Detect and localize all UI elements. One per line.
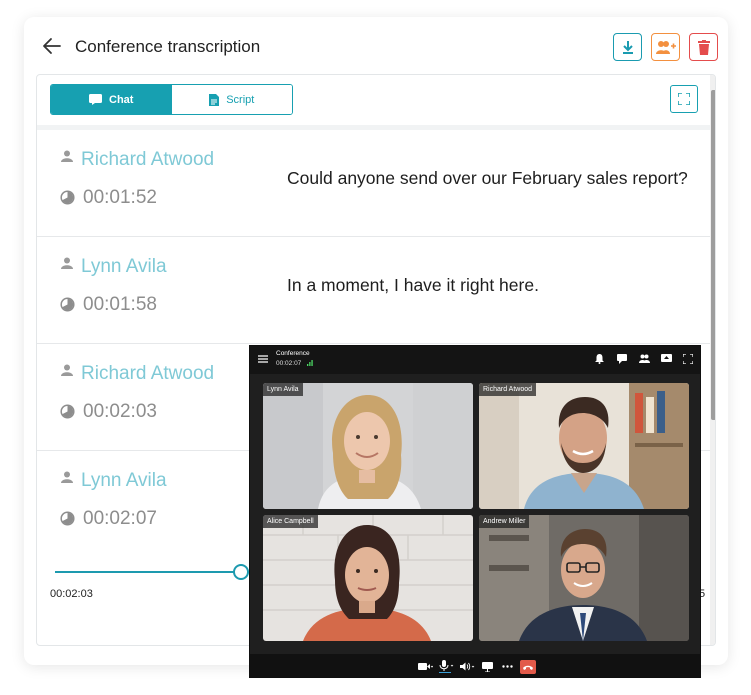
document-icon <box>209 93 220 106</box>
tab-script[interactable]: Script <box>171 85 292 114</box>
header: Conference transcription <box>24 17 728 75</box>
participant-name: Lynn Avila <box>263 383 303 396</box>
add-user-icon <box>655 40 676 54</box>
back-arrow-icon[interactable] <box>42 37 62 55</box>
conference-title: Conference <box>276 350 310 357</box>
speaker-name: Lynn Avila <box>81 256 167 277</box>
conference-elapsed: 00:02:07 <box>276 360 302 367</box>
microphone-icon[interactable] <box>439 660 454 673</box>
fullscreen-button[interactable] <box>670 85 698 113</box>
playback-handle[interactable] <box>233 564 249 580</box>
speaker-name: Richard Atwood <box>81 363 215 384</box>
message-text: Could anyone send over our February sale… <box>287 168 688 188</box>
current-time: 00:02:03 <box>50 588 93 600</box>
view-tabs: Chat Script <box>50 84 293 115</box>
timestamp: 00:02:07 <box>83 508 157 529</box>
timestamp: 00:02:03 <box>83 401 157 422</box>
tab-chat-label: Chat <box>109 93 134 106</box>
participant-name: Alice Campbell <box>263 515 318 528</box>
tab-script-label: Script <box>226 93 255 106</box>
participants-icon[interactable] <box>639 354 650 363</box>
participant-tile[interactable]: Andrew Miller <box>479 515 689 641</box>
more-options-icon[interactable] <box>502 665 513 668</box>
playback-progress-bar[interactable] <box>55 571 241 573</box>
conference-topbar: Conference 00:02:07 <box>250 346 700 374</box>
bell-icon[interactable] <box>595 354 604 364</box>
clock-icon <box>60 190 75 205</box>
download-button[interactable] <box>613 33 642 61</box>
participant-video <box>479 515 689 641</box>
participant-tile[interactable]: Alice Campbell <box>263 515 473 641</box>
trash-icon <box>697 39 710 55</box>
participant-tile[interactable]: Richard Atwood <box>479 383 689 509</box>
phone-hangup-icon <box>523 665 533 670</box>
add-user-button[interactable] <box>651 33 680 61</box>
tab-divider <box>37 125 715 130</box>
participant-name: Richard Atwood <box>479 383 537 396</box>
participant-tile[interactable]: Lynn Avila <box>263 383 473 509</box>
hang-up-button[interactable] <box>520 660 536 674</box>
person-icon <box>61 257 73 269</box>
clock-icon <box>60 511 75 526</box>
transcript-row: Lynn Avila 00:01:58 In a moment, I have … <box>37 238 710 344</box>
speaker-volume-icon[interactable] <box>460 662 475 671</box>
timestamp: 00:01:58 <box>83 294 157 315</box>
person-icon <box>61 364 73 376</box>
clock-icon <box>60 297 75 312</box>
hamburger-menu-icon[interactable] <box>258 355 268 363</box>
scrollbar-thumb[interactable] <box>711 90 715 420</box>
message-text: In a moment, I have it right here. <box>287 275 539 295</box>
chat-bubble-icon[interactable] <box>617 354 627 364</box>
page-title: Conference transcription <box>75 37 261 56</box>
conference-controls <box>250 654 700 677</box>
person-icon <box>61 150 73 162</box>
download-icon <box>622 40 633 54</box>
camera-icon[interactable] <box>418 662 433 671</box>
participant-video <box>263 383 473 509</box>
person-icon <box>61 471 73 483</box>
participant-video <box>479 383 689 509</box>
video-conference-window: Conference 00:02:07 Lynn Avila Richard A… <box>249 345 701 678</box>
timestamp: 00:01:52 <box>83 187 157 208</box>
participant-name: Andrew Miller <box>479 515 530 528</box>
fullscreen-icon[interactable] <box>683 354 693 364</box>
screen-share-icon[interactable] <box>482 662 493 672</box>
signal-strength-icon <box>307 360 313 366</box>
screen-share-icon[interactable] <box>661 354 672 364</box>
speaker-name: Lynn Avila <box>81 470 167 491</box>
chat-icon <box>89 94 103 105</box>
clock-icon <box>60 404 75 419</box>
participant-video <box>263 515 473 641</box>
tab-chat[interactable]: Chat <box>51 85 172 114</box>
speaker-name: Richard Atwood <box>81 149 215 170</box>
fullscreen-icon <box>678 93 690 105</box>
delete-button[interactable] <box>689 33 718 61</box>
transcript-row: Richard Atwood 00:01:52 Could anyone sen… <box>37 131 710 237</box>
